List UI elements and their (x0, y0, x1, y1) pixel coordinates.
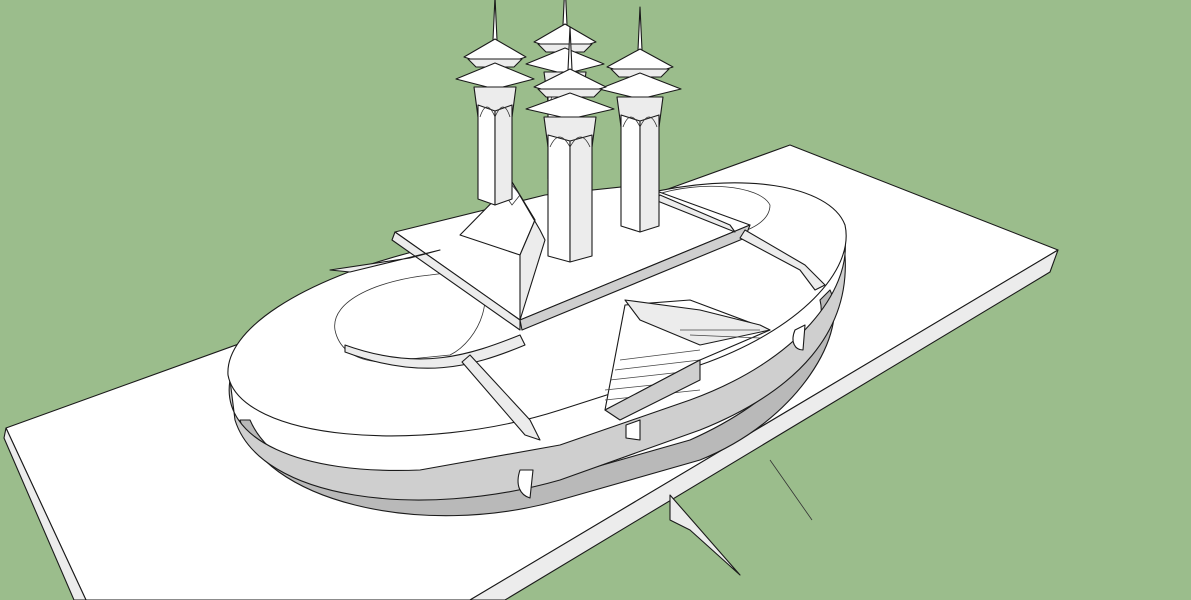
modeling-viewport[interactable] (0, 0, 1191, 600)
3d-scene[interactable] (0, 0, 1191, 600)
